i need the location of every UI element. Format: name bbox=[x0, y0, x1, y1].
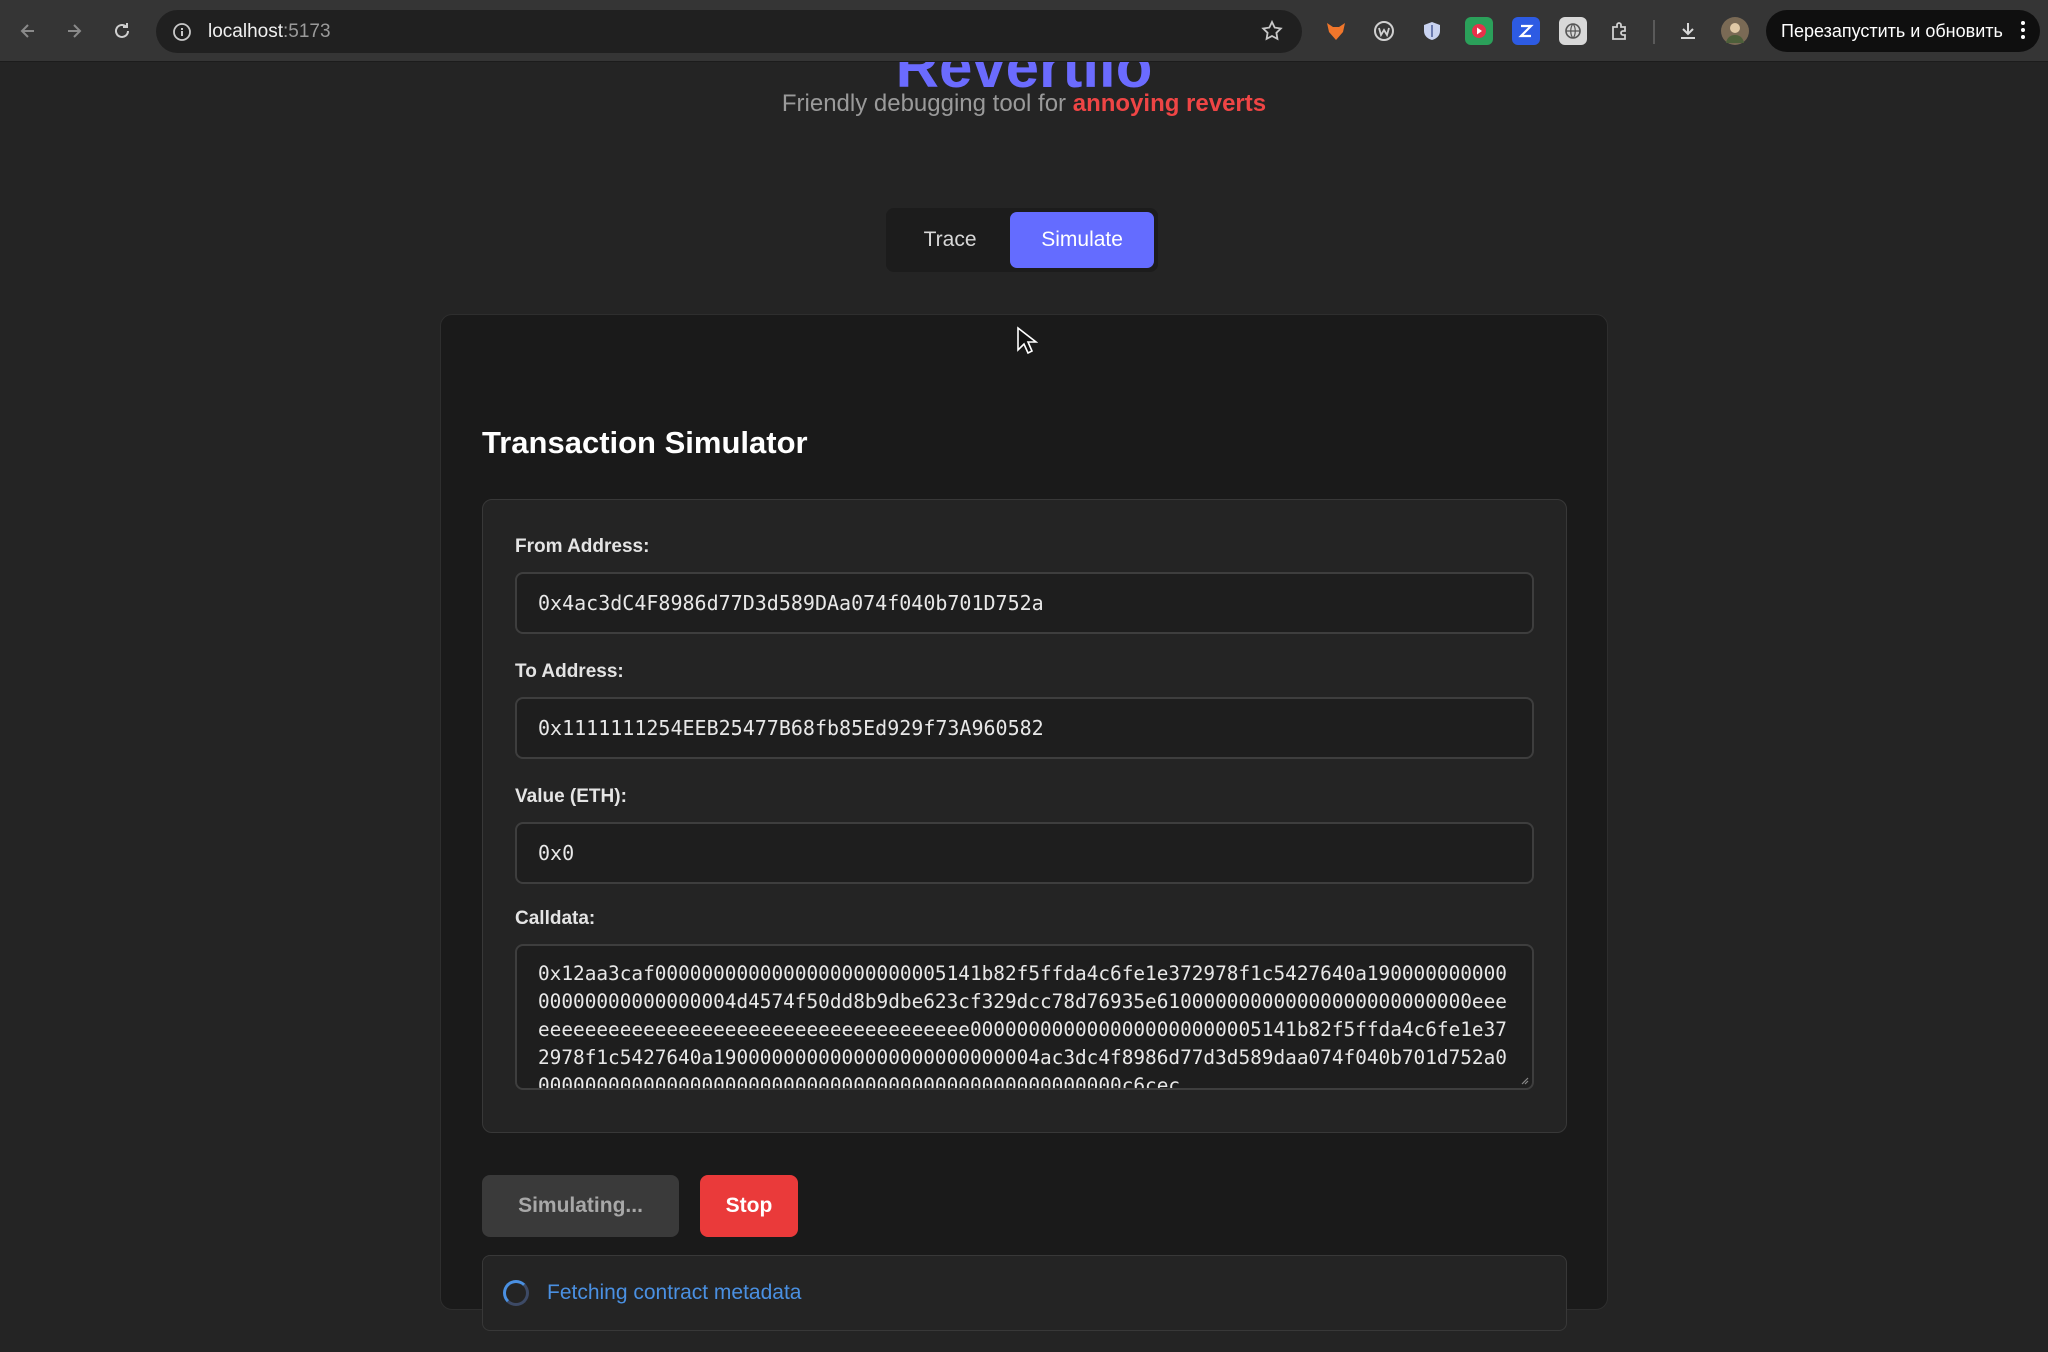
simulator-title: Transaction Simulator bbox=[482, 425, 808, 460]
fox-extension-icon[interactable] bbox=[1322, 17, 1350, 45]
tagline-accent: annoying reverts bbox=[1072, 90, 1267, 117]
to-address-input[interactable]: 0x1111111254EEB25477B68fb85Ed929f73A9605… bbox=[515, 697, 1534, 759]
reload-icon[interactable] bbox=[106, 15, 138, 47]
simulator-form: From Address: 0x4ac3dC4F8986d77D3d589DAa… bbox=[482, 499, 1567, 1133]
calldata-textarea[interactable]: 0x12aa3caf0000000000000000000000005141b8… bbox=[515, 944, 1534, 1090]
simulator-card: Transaction Simulator From Address: 0x4a… bbox=[440, 314, 1608, 1331]
stop-button[interactable]: Stop bbox=[700, 1175, 798, 1237]
to-address-label: To Address: bbox=[515, 661, 624, 682]
site-info-icon[interactable] bbox=[170, 20, 194, 44]
relaunch-update-button[interactable]: Перезапустить и обновить bbox=[1766, 10, 2040, 52]
back-arrow-icon[interactable] bbox=[12, 15, 44, 47]
loading-spinner-icon bbox=[503, 1280, 529, 1306]
z-extension-icon[interactable] bbox=[1512, 17, 1540, 45]
address-bar[interactable]: localhost:5173 bbox=[156, 10, 1302, 53]
shield-extension-icon[interactable] bbox=[1418, 17, 1446, 45]
value-eth-label: Value (ETH): bbox=[515, 786, 627, 807]
profile-avatar[interactable] bbox=[1721, 17, 1749, 45]
toolbar-separator bbox=[1653, 20, 1655, 44]
more-vertical-icon[interactable] bbox=[2020, 19, 2026, 46]
browser-toolbar: localhost:5173 Перезапустить и обновить bbox=[0, 0, 2048, 62]
from-address-label: From Address: bbox=[515, 536, 650, 557]
globe-extension-icon[interactable] bbox=[1559, 17, 1587, 45]
tagline: Friendly debugging tool for annoying rev… bbox=[781, 90, 1267, 117]
record-extension-icon[interactable] bbox=[1465, 17, 1493, 45]
download-icon[interactable] bbox=[1674, 17, 1702, 45]
url-text: localhost:5173 bbox=[208, 20, 331, 42]
status-text: Fetching contract metadata bbox=[547, 1281, 802, 1304]
calldata-label: Calldata: bbox=[515, 908, 596, 929]
resize-grip-icon[interactable] bbox=[1519, 1075, 1529, 1085]
tab-trace[interactable]: Trace bbox=[890, 212, 1010, 268]
tab-simulate[interactable]: Simulate bbox=[1010, 212, 1154, 268]
forward-arrow-icon[interactable] bbox=[58, 15, 90, 47]
bookmark-star-icon[interactable] bbox=[1260, 19, 1284, 48]
mode-tabs: Trace Simulate bbox=[886, 208, 1158, 272]
from-address-input[interactable]: 0x4ac3dC4F8986d77D3d589DAa074f040b701D75… bbox=[515, 572, 1534, 634]
relaunch-label: Перезапустить и обновить bbox=[1781, 20, 2003, 41]
calldata-text: 0x12aa3caf0000000000000000000000005141b8… bbox=[538, 962, 1507, 1090]
value-eth-input[interactable]: 0x0 bbox=[515, 822, 1534, 884]
mouse-cursor-icon bbox=[1017, 326, 1038, 355]
w-extension-icon[interactable] bbox=[1370, 17, 1398, 45]
page-viewport: Revertilo Friendly debugging tool for an… bbox=[0, 62, 2048, 1352]
puzzle-icon[interactable] bbox=[1606, 17, 1634, 45]
simulate-button[interactable]: Simulating... bbox=[482, 1175, 679, 1237]
status-panel: Fetching contract metadata bbox=[482, 1255, 1567, 1331]
